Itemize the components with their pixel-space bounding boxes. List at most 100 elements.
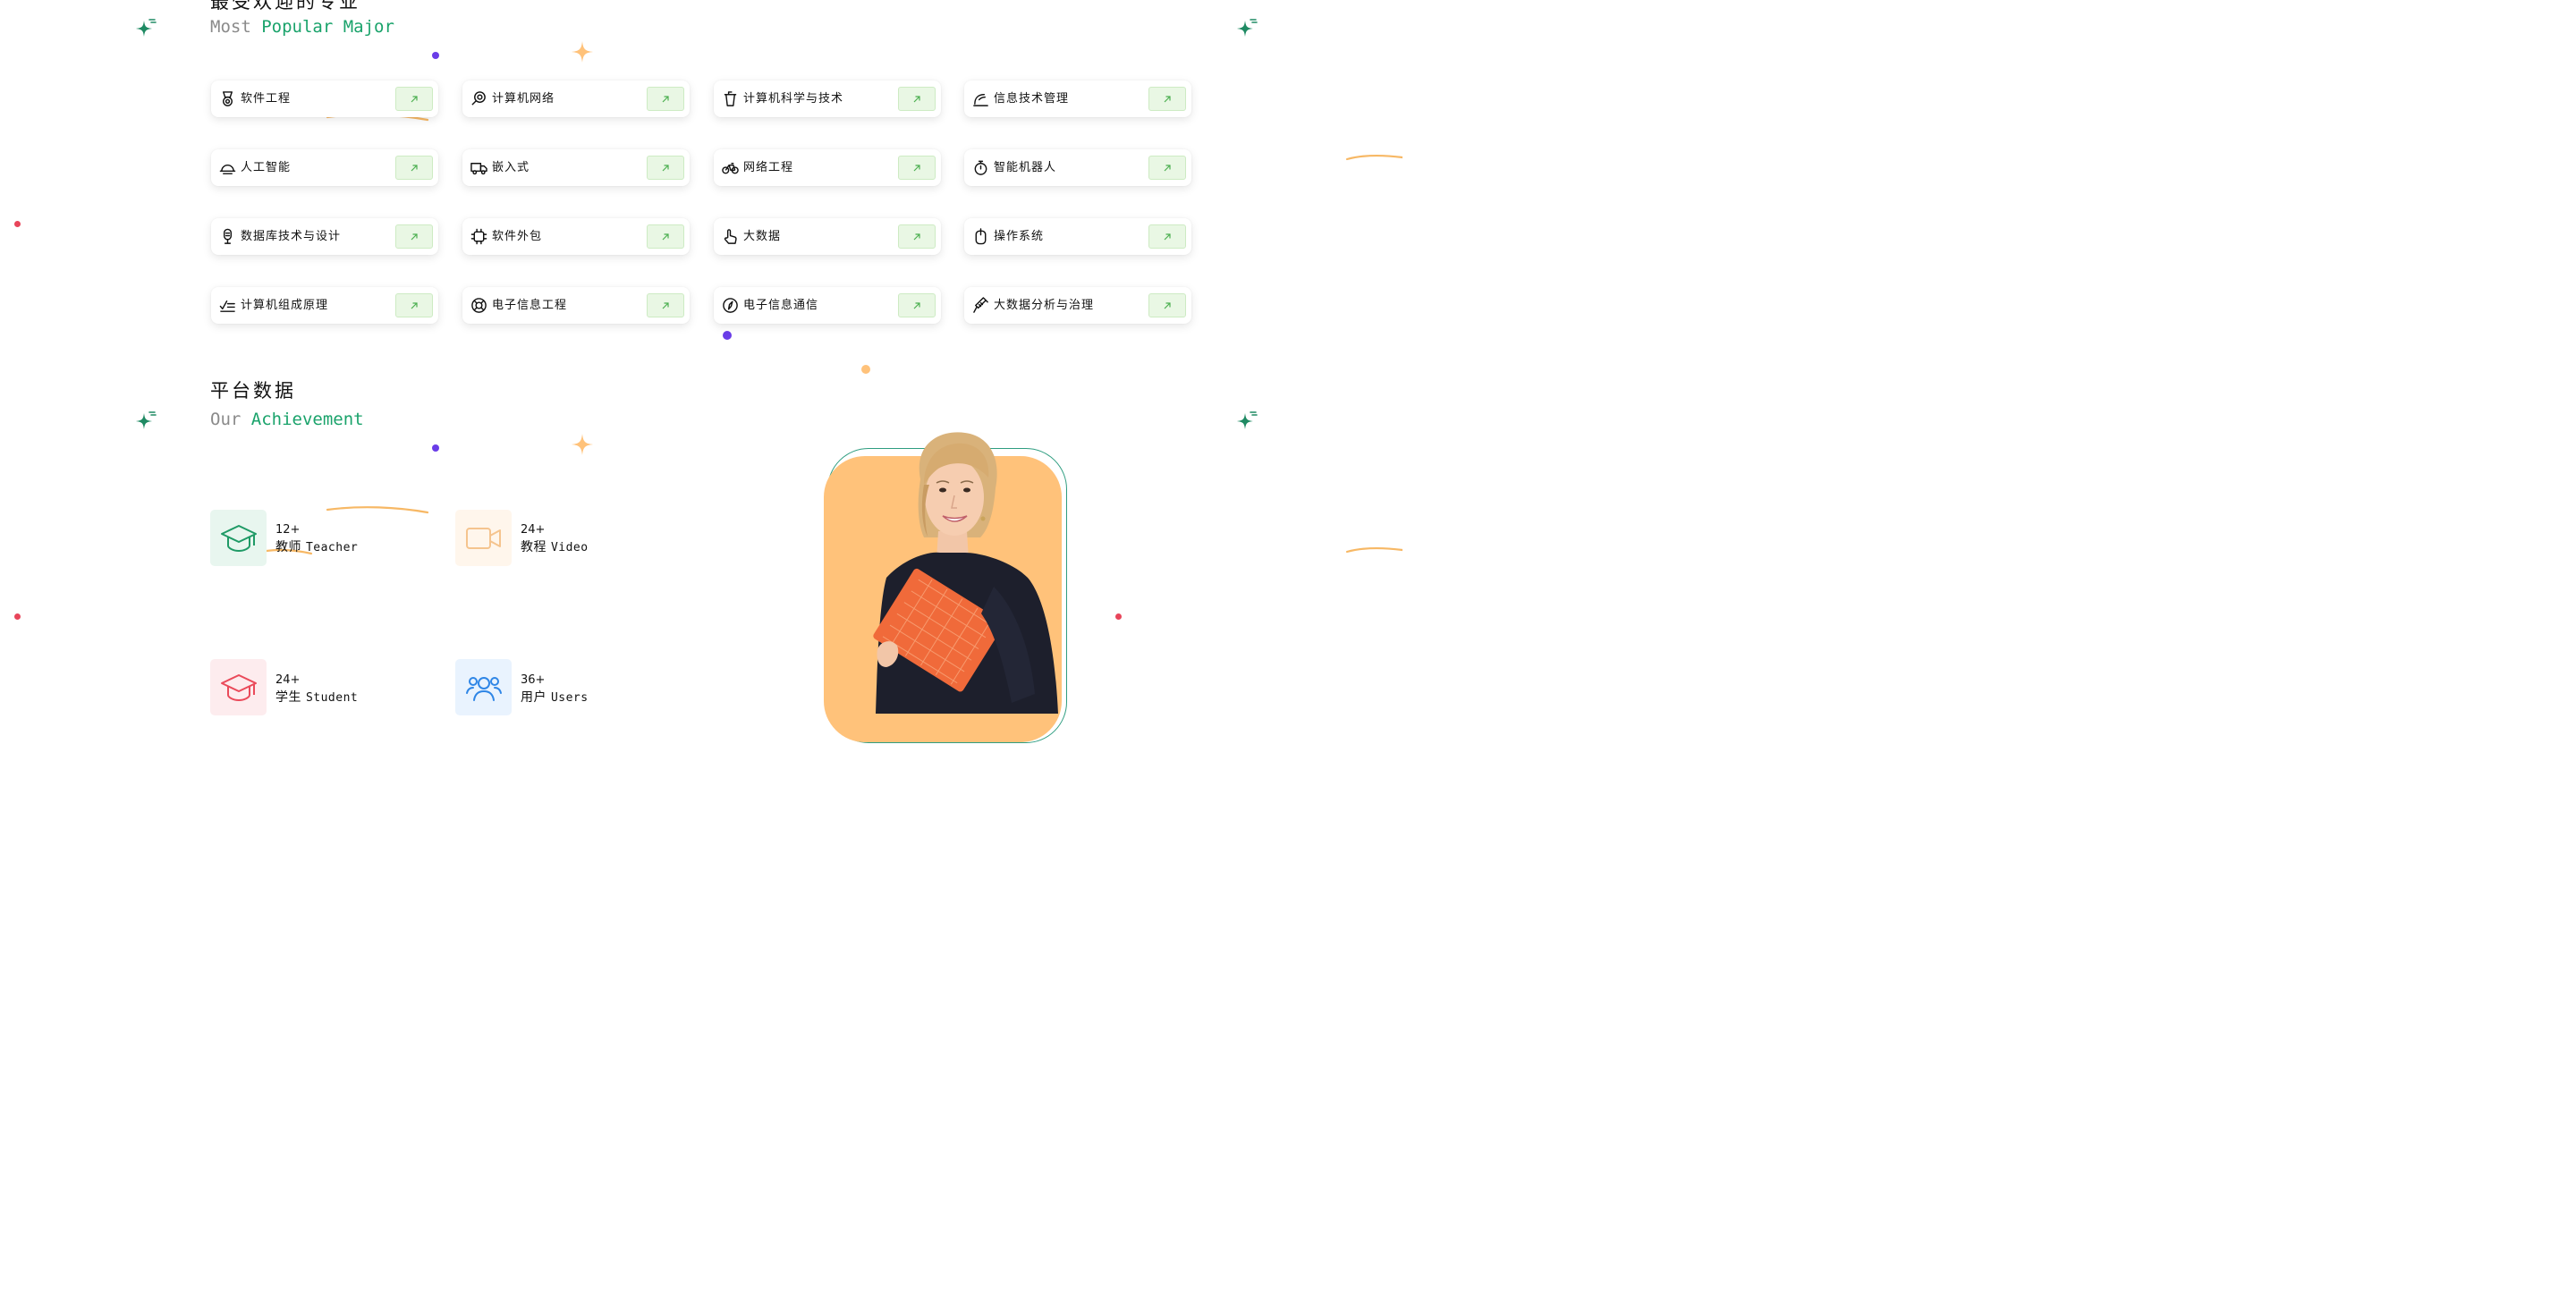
dot xyxy=(723,331,732,340)
stat-number: 24+ xyxy=(275,673,301,687)
sparkle-icon xyxy=(136,19,157,37)
major-label: 计算机组成原理 xyxy=(241,299,329,312)
stat-number: 24+ xyxy=(521,523,546,537)
major-card[interactable]: 软件工程 xyxy=(211,80,438,117)
dot xyxy=(432,52,439,59)
stat-icon-box xyxy=(210,659,267,715)
open-arrow-button[interactable] xyxy=(647,87,684,111)
section-title-stats: 平台数据 xyxy=(210,380,296,402)
open-arrow-button[interactable] xyxy=(395,224,433,249)
syringe-icon xyxy=(973,297,988,313)
open-arrow-button[interactable] xyxy=(898,87,936,111)
stat-icon-box xyxy=(455,659,512,715)
open-arrow-button[interactable] xyxy=(1148,293,1186,317)
star-icon xyxy=(572,434,593,455)
subtitle-accent: Popular Major xyxy=(261,17,394,37)
dot xyxy=(432,444,439,452)
open-arrow-button[interactable] xyxy=(647,293,684,317)
stat-label-cn: 教程 xyxy=(521,540,547,554)
major-card[interactable]: 软件外包 xyxy=(462,218,690,255)
swoosh xyxy=(1345,154,1402,161)
major-card[interactable]: 计算机网络 xyxy=(462,80,690,117)
major-label: 电子信息工程 xyxy=(492,299,568,312)
major-card[interactable]: 电子信息工程 xyxy=(462,287,690,324)
major-card[interactable]: 人工智能 xyxy=(211,149,438,186)
sparkle-icon xyxy=(136,411,157,429)
star-icon xyxy=(572,41,593,63)
open-arrow-button[interactable] xyxy=(898,224,936,249)
arrow-up-right-icon xyxy=(1164,302,1171,309)
mouse-icon xyxy=(975,228,987,245)
search-zoom-icon xyxy=(471,91,486,106)
arrow-up-right-icon xyxy=(913,165,920,172)
stopwatch-icon xyxy=(974,160,987,175)
major-label: 操作系统 xyxy=(994,230,1045,243)
open-arrow-button[interactable] xyxy=(647,156,684,180)
subtitle-accent: Achievement xyxy=(250,410,364,429)
medal-icon xyxy=(223,91,233,106)
stat-label-cn: 学生 xyxy=(275,690,301,705)
major-card[interactable]: 网络工程 xyxy=(714,149,941,186)
pointer-hand-icon xyxy=(724,229,737,244)
arrow-up-right-icon xyxy=(1164,233,1171,241)
major-card[interactable]: 电子信息通信 xyxy=(714,287,941,324)
arrow-up-right-icon xyxy=(411,302,418,309)
dot xyxy=(14,221,21,227)
dome-bell-icon xyxy=(219,164,236,174)
arrow-up-right-icon xyxy=(662,233,669,241)
stat-icon-box xyxy=(455,510,512,566)
open-arrow-button[interactable] xyxy=(647,224,684,249)
major-card[interactable]: 智能机器人 xyxy=(964,149,1191,186)
arrow-up-right-icon xyxy=(913,302,920,309)
major-label: 大数据分析与治理 xyxy=(994,299,1095,312)
major-label: 人工智能 xyxy=(241,161,292,174)
open-arrow-button[interactable] xyxy=(395,87,433,111)
major-card[interactable]: 大数据 xyxy=(714,218,941,255)
stat-label-en: Teacher xyxy=(305,541,359,554)
users-icon xyxy=(466,677,502,701)
swoosh xyxy=(326,506,429,514)
major-card[interactable]: 操作系统 xyxy=(964,218,1191,255)
subtitle-prefix: Most xyxy=(210,17,262,37)
open-arrow-button[interactable] xyxy=(395,293,433,317)
arrow-up-right-icon xyxy=(662,302,669,309)
major-card[interactable]: 数据库技术与设计 xyxy=(211,218,438,255)
student-portrait-image xyxy=(873,432,1058,714)
stat-label-cn: 用户 xyxy=(521,690,547,705)
video-camera-icon xyxy=(466,528,501,549)
open-arrow-button[interactable] xyxy=(1148,224,1186,249)
arrow-up-right-icon xyxy=(913,96,920,103)
arrow-up-right-icon xyxy=(662,96,669,103)
open-arrow-button[interactable] xyxy=(898,293,936,317)
compass-icon xyxy=(723,298,738,313)
stat-label-cn: 教师 xyxy=(275,540,301,554)
stat-label: 用户 Users xyxy=(521,688,589,706)
microphone-icon xyxy=(223,228,233,244)
open-arrow-button[interactable] xyxy=(898,156,936,180)
bicycle-icon xyxy=(722,163,739,174)
open-arrow-button[interactable] xyxy=(1148,87,1186,111)
major-card[interactable]: 嵌入式 xyxy=(462,149,690,186)
dot xyxy=(14,613,21,620)
major-card[interactable]: 信息技术管理 xyxy=(964,80,1191,117)
checklist-icon xyxy=(219,300,235,312)
stat-number: 12+ xyxy=(275,523,301,537)
arrow-up-right-icon xyxy=(662,165,669,172)
section-subtitle-stats: Our Achievement xyxy=(210,410,364,429)
major-label: 嵌入式 xyxy=(492,161,530,174)
section-subtitle-majors: Most Popular Major xyxy=(210,17,394,37)
major-card[interactable]: 大数据分析与治理 xyxy=(964,287,1191,324)
open-arrow-button[interactable] xyxy=(1148,156,1186,180)
major-card[interactable]: 计算机科学与技术 xyxy=(714,80,941,117)
stat-label-en: Student xyxy=(305,691,359,705)
truck-icon xyxy=(470,163,487,175)
subtitle-prefix: Our xyxy=(210,410,251,429)
sparkle-icon xyxy=(1237,19,1258,37)
stat-label-en: Video xyxy=(550,541,589,554)
arrow-up-right-icon xyxy=(411,96,418,103)
major-card[interactable]: 计算机组成原理 xyxy=(211,287,438,324)
major-label: 信息技术管理 xyxy=(994,92,1070,106)
major-label: 电子信息通信 xyxy=(743,299,819,312)
arrow-up-right-icon xyxy=(913,233,920,241)
open-arrow-button[interactable] xyxy=(395,156,433,180)
